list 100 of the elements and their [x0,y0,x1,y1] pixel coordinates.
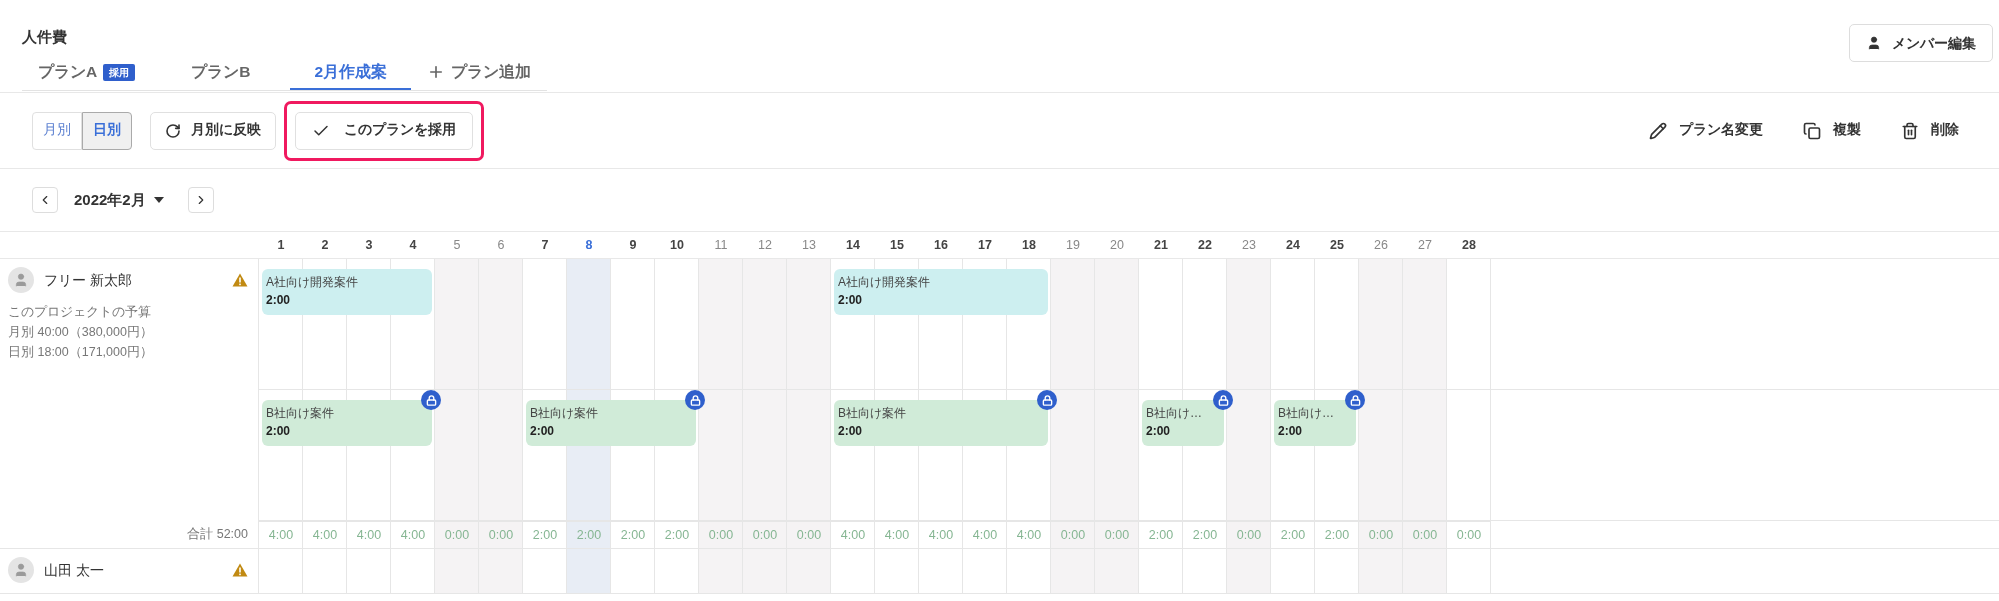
daily-total: 2:00 [576,526,602,544]
project-name: A社向け開発案件 [838,274,931,291]
daily-total: 2:00 [1192,526,1218,544]
day-number: 28 [1462,236,1476,254]
daily-total: 4:00 [268,526,294,544]
daily-total: 2:00 [532,526,558,544]
daily-total: 4:00 [312,526,338,544]
plan-tab[interactable]: プラン追加 [411,56,548,90]
schedule-bar[interactable]: A社向け開発案件 2:00 [262,269,432,315]
daily-total: 4:00 [972,526,998,544]
daily-total: 0:00 [1060,526,1086,544]
project-name: B社向け案件 [530,405,599,422]
member-name: 山田 太一 [44,560,104,580]
daily-total: 0:00 [1412,526,1438,544]
day-number: 22 [1198,236,1212,254]
day-number: 23 [1242,236,1256,254]
day-number: 4 [409,236,417,254]
hours-text: 2:00 [266,292,292,309]
daily-total: 0:00 [488,526,514,544]
day-number: 13 [802,236,816,254]
project-name: B社向け… [1278,405,1335,422]
total-text: 合計 52:00 [187,526,248,544]
day-number: 17 [978,236,992,254]
view-toggle[interactable]: 日別 [82,111,132,150]
person-icon [1866,35,1882,51]
month-select[interactable]: 2022年2月 [74,188,164,212]
schedule-bar[interactable]: B社向け… 2:00 [1142,400,1224,446]
day-number: 3 [365,236,373,254]
day-number: 27 [1418,236,1432,254]
member-edit-button[interactable]: メンバー編集 [1849,24,1993,62]
hours-text: 2:00 [1146,423,1172,440]
hours-text: 2:00 [266,423,292,440]
daily-total: 4:00 [884,526,910,544]
hours-text: 2:00 [838,292,864,309]
daily-total: 2:00 [1148,526,1174,544]
next-month-button[interactable] [187,187,214,213]
day-number: 14 [846,236,860,254]
daily-total: 2:00 [1324,526,1350,544]
day-number: 9 [629,236,637,254]
schedule-bar[interactable]: A社向け開発案件 2:00 [834,269,1048,315]
prev-month-button[interactable] [32,187,58,213]
day-number: 11 [714,236,728,254]
copy-icon [1803,121,1821,140]
budget-text: 月別 40:00（380,000円） [8,323,154,341]
schedule-bar[interactable]: B社向け案件 2:00 [262,400,432,446]
day-number: 26 [1374,236,1388,254]
budget-text: 日別 18:00（171,000円） [8,343,154,361]
day-number: 8 [585,236,593,254]
action-button[interactable]: 複製 [1803,120,1861,141]
day-number: 21 [1154,236,1168,254]
hours-text: 2:00 [1278,423,1304,440]
budget-title: このプロジェクトの予算 [8,304,152,321]
plan-tab[interactable]: 2月作成案 [290,56,412,90]
view-toggle[interactable]: 月別 [32,111,82,150]
daily-total: 0:00 [1236,526,1262,544]
action-button[interactable]: 削除 [1901,120,1959,141]
daily-total: 0:00 [1368,526,1394,544]
daily-total: 2:00 [620,526,646,544]
day-number: 1 [277,236,285,254]
daily-total: 0:00 [752,526,778,544]
action-button[interactable]: プラン名変更 [1649,120,1763,141]
day-number: 5 [453,236,461,254]
day-number: 25 [1330,236,1344,254]
day-number: 18 [1022,236,1036,254]
daily-total: 4:00 [356,526,382,544]
adopted-badge: 採用 [103,63,136,81]
day-number: 24 [1286,236,1300,254]
project-name: A社向け開発案件 [266,274,359,291]
day-number: 16 [934,236,948,254]
reflect-button[interactable]: 月別に反映 [150,111,276,150]
project-name: B社向け案件 [838,405,907,422]
day-number: 7 [541,236,549,254]
schedule-bar[interactable]: B社向け… 2:00 [1274,400,1356,446]
avatar-icon [8,557,34,583]
project-name: B社向け… [1146,405,1203,422]
daily-total: 4:00 [928,526,954,544]
daily-total: 4:00 [400,526,426,544]
member-name: フリー 新太郎 [44,270,132,290]
pencil-icon [1649,121,1667,140]
daily-total: 0:00 [444,526,470,544]
refresh-icon [165,122,181,139]
hours-text: 2:00 [530,423,556,440]
daily-total: 4:00 [1016,526,1042,544]
project-name: B社向け案件 [266,405,335,422]
day-number: 19 [1066,236,1080,254]
day-number: 2 [321,236,329,254]
avatar-icon [8,267,34,293]
plan-tab[interactable]: プランB [151,56,291,90]
schedule-bar[interactable]: B社向け案件 2:00 [526,400,696,446]
daily-total: 0:00 [1456,526,1482,544]
day-number: 6 [497,236,505,254]
schedule-bar[interactable]: B社向け案件 2:00 [834,400,1048,446]
day-number: 20 [1110,236,1124,254]
day-number: 15 [890,236,904,254]
plan-tab[interactable]: プランA 採用 [22,56,152,90]
trash-icon [1901,121,1919,140]
adopt-plan-button[interactable]: このプランを採用 [295,111,473,150]
caret-icon [153,197,164,203]
daily-total: 0:00 [796,526,822,544]
hours-text: 2:00 [838,423,864,440]
